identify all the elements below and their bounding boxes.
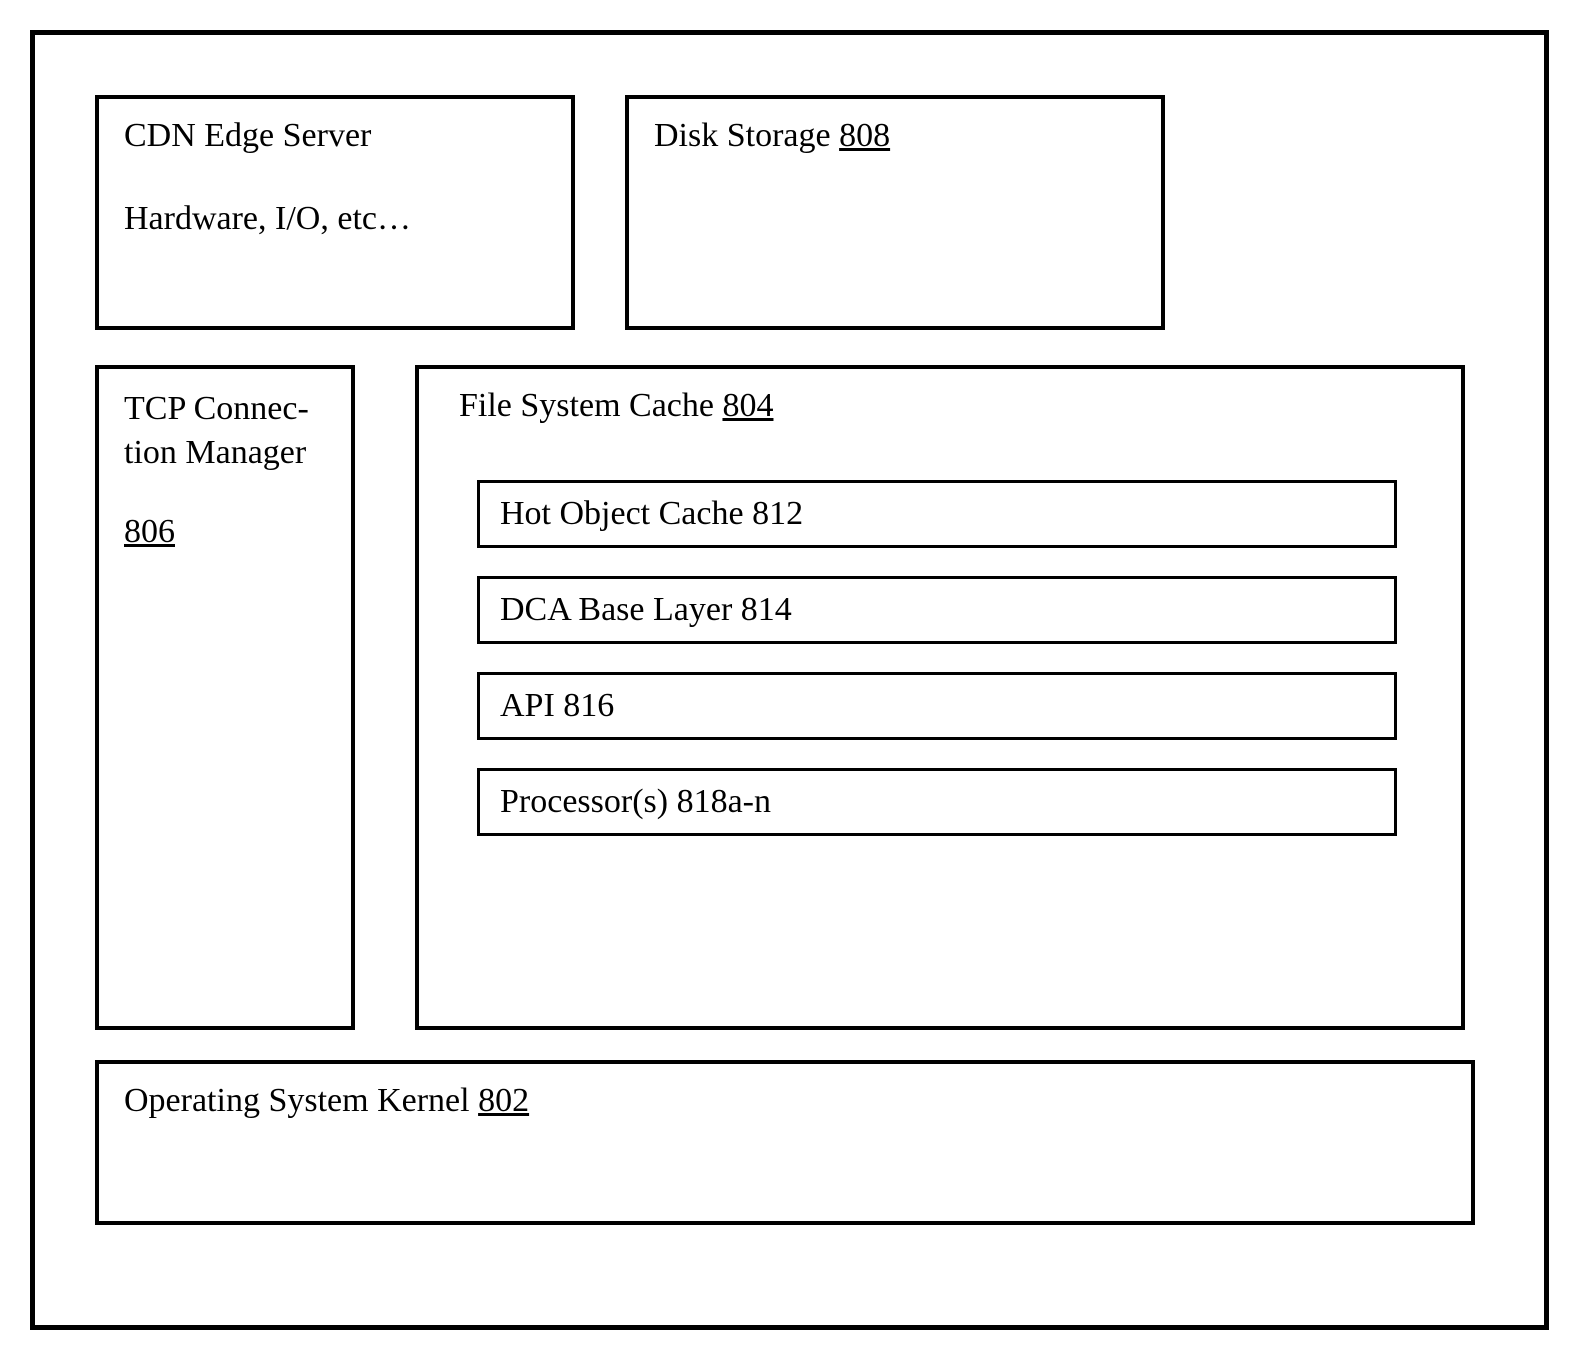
cdn-edge-server-box: CDN Edge Server Hardware, I/O, etc… (95, 95, 575, 330)
cdn-title: CDN Edge Server (124, 117, 546, 155)
tcp-ref: 806 (124, 510, 326, 554)
os-ref: 802 (478, 1082, 529, 1119)
os-label: Operating System Kernel (124, 1082, 478, 1119)
operating-system-kernel-box: Operating System Kernel 802 (95, 1060, 1475, 1225)
processors-label: Processor(s) 818a-n (500, 783, 771, 820)
disk-ref: 808 (839, 117, 890, 154)
middle-row: TCP Connec-tion Manager 806 File System … (95, 365, 1484, 1030)
tcp-connection-manager-box: TCP Connec-tion Manager 806 (95, 365, 355, 1030)
tcp-label: TCP Connec-tion Manager (124, 387, 326, 475)
hot-object-cache-box: Hot Object Cache 812 (477, 480, 1397, 548)
file-system-cache-box: File System Cache 804 Hot Object Cache 8… (415, 365, 1465, 1030)
diagram-outer-frame: CDN Edge Server Hardware, I/O, etc… Disk… (30, 30, 1549, 1330)
fsc-label: File System Cache (459, 387, 722, 424)
dca-base-layer-box: DCA Base Layer 814 (477, 576, 1397, 644)
processors-box: Processor(s) 818a-n (477, 768, 1397, 836)
cdn-subtitle: Hardware, I/O, etc… (124, 200, 546, 238)
disk-storage-box: Disk Storage 808 (625, 95, 1165, 330)
dca-base-layer-label: DCA Base Layer 814 (500, 591, 792, 628)
api-label: API 816 (500, 687, 614, 724)
top-row: CDN Edge Server Hardware, I/O, etc… Disk… (95, 95, 1484, 330)
hot-object-cache-label: Hot Object Cache 812 (500, 495, 803, 532)
fsc-ref: 804 (722, 387, 773, 424)
fsc-title-row: File System Cache 804 (459, 387, 1421, 425)
disk-label: Disk Storage (654, 117, 839, 154)
api-box: API 816 (477, 672, 1397, 740)
